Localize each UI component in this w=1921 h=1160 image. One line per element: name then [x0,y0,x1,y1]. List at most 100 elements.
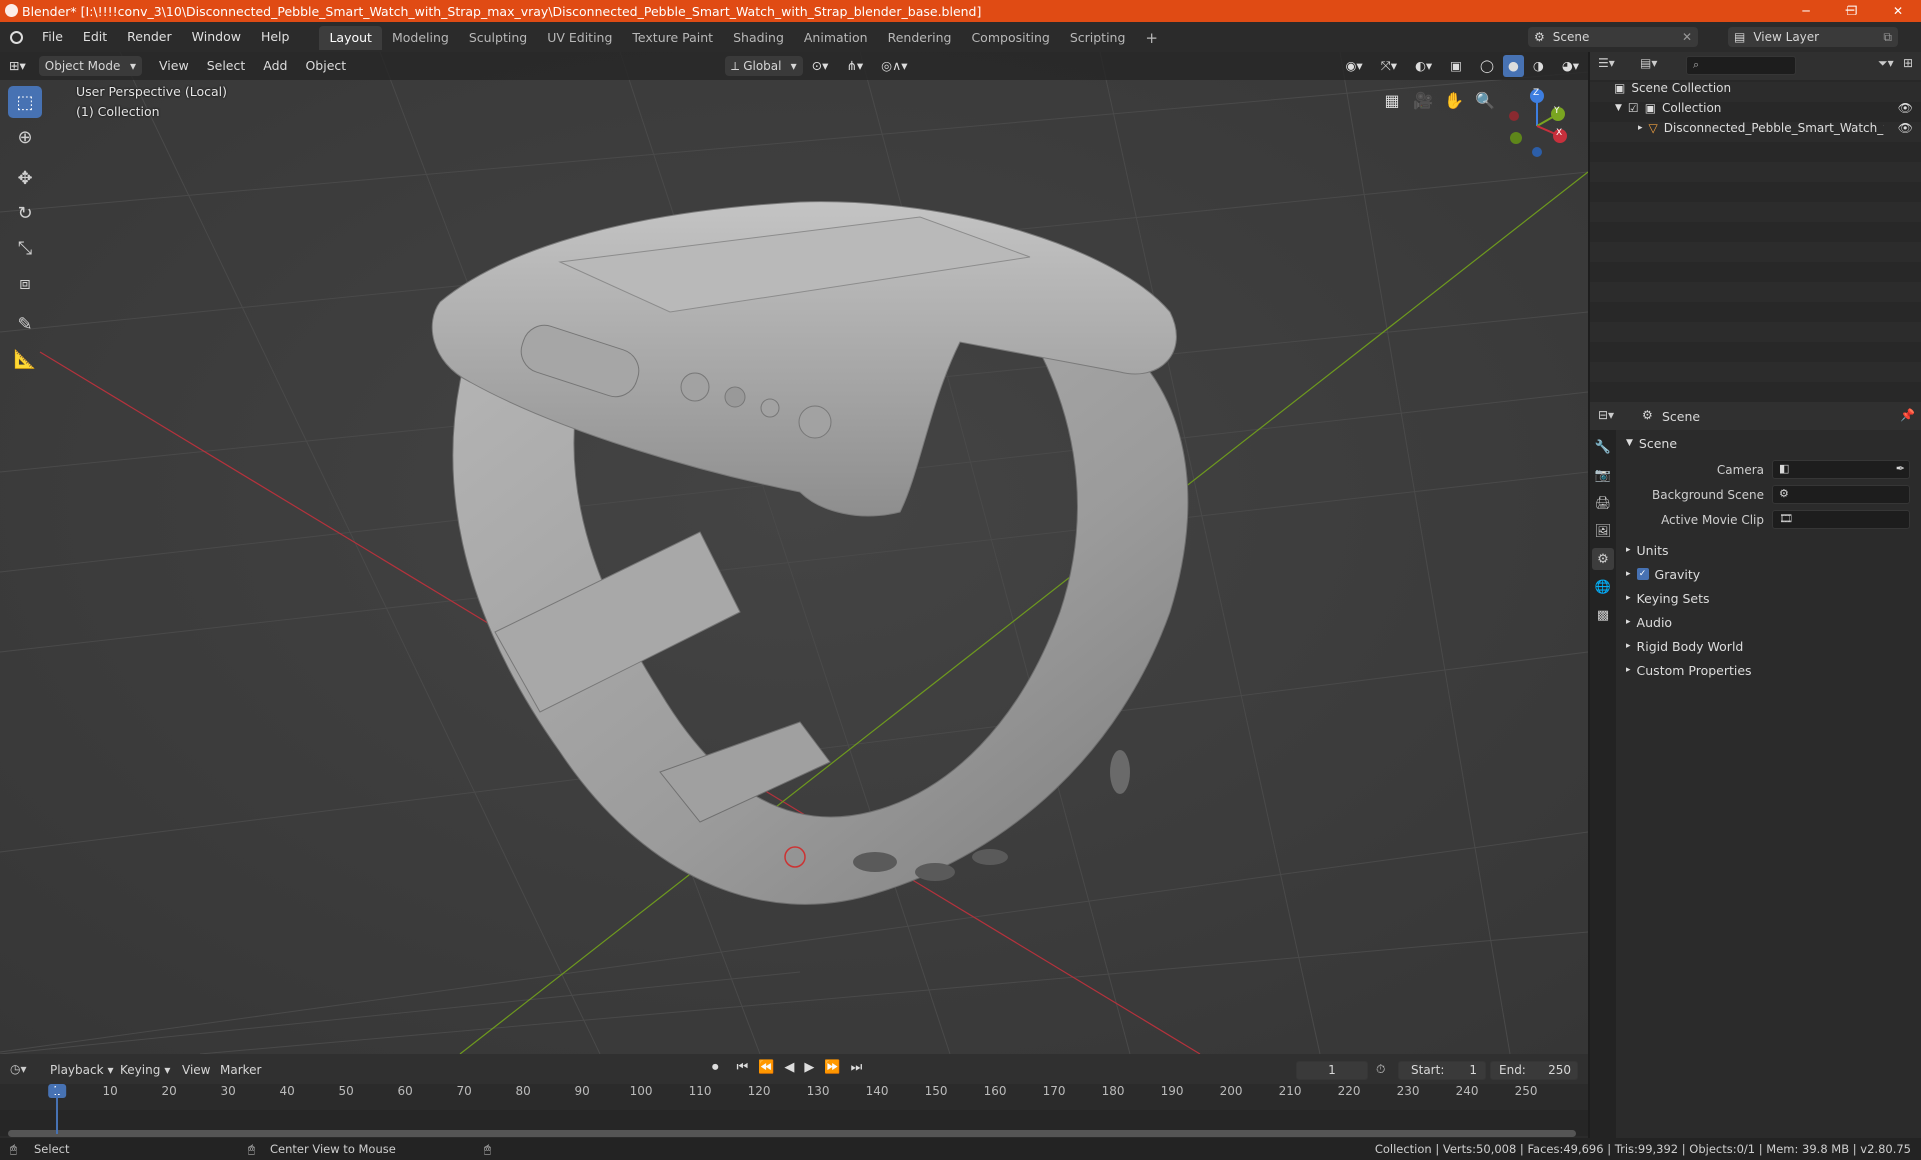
keying-sets-panel[interactable]: ▸ Keying Sets [1618,587,1921,609]
current-frame-field[interactable]: 1 [1296,1061,1368,1080]
close-icon[interactable]: ✕ [1875,0,1921,22]
view-layer-tab-icon[interactable]: 🖼 [1592,520,1614,542]
shading-material-icon[interactable]: ◑ [1524,52,1553,80]
snap-icon[interactable]: ⋔▾ [837,52,872,80]
playhead[interactable] [56,1084,58,1134]
tab-scripting[interactable]: Scripting [1060,26,1136,50]
output-tab-icon[interactable]: 🖨 [1592,492,1614,514]
background-scene-field[interactable]: ⚙ [1772,485,1910,504]
gravity-checkbox[interactable]: ✓ [1636,568,1649,580]
menu-file[interactable]: File [32,22,73,52]
zoom-icon[interactable]: 🔍 [1471,86,1499,114]
editor-type-icon[interactable]: ⊞▾ [0,52,35,80]
record-icon[interactable]: ⏺ [712,1060,719,1075]
close-scene-icon[interactable]: ✕ [1682,30,1692,44]
pivot-icon[interactable]: ⊙▾ [803,52,838,80]
viewport-menu-add[interactable]: Add [254,52,296,80]
rotate-icon[interactable]: ↻ [8,197,42,229]
eye-icon[interactable]: 👁 [1898,101,1913,115]
units-panel[interactable]: ▸ Units [1618,539,1921,561]
pin-icon[interactable]: 📌 [1900,408,1915,422]
outliner-search-input[interactable]: ⌕ [1686,56,1796,75]
viewport-menu-view[interactable]: View [150,52,198,80]
camera-view-icon[interactable]: 🎥 [1409,86,1437,114]
world-tab-icon[interactable]: 🌐 [1592,576,1614,598]
gravity-panel[interactable]: ▸ ✓ Gravity [1618,563,1921,585]
end-frame-field[interactable]: End: 250 [1490,1061,1578,1080]
blender-menu-icon[interactable] [0,22,32,52]
tab-shading[interactable]: Shading [723,26,794,50]
transform-icon[interactable]: ⧈ [8,267,42,299]
prev-keyframe-icon[interactable]: ⏪ [758,1060,774,1075]
display-mode-icon[interactable]: ▤▾ [1640,56,1657,70]
custom-properties-panel[interactable]: ▸ Custom Properties [1618,659,1921,681]
outliner-scene-collection[interactable]: ▣ Scene Collection [1590,78,1921,98]
tab-compositing[interactable]: Compositing [961,26,1059,50]
outliner-collection[interactable]: ▼ ☑ ▣ Collection 👁 [1590,98,1921,118]
viewport-menu-select[interactable]: Select [198,52,255,80]
tab-layout[interactable]: Layout [319,26,382,50]
minimize-icon[interactable]: ─ [1783,0,1829,22]
play-icon[interactable]: ▶ [804,1060,814,1075]
timeline-scrollbar[interactable] [8,1130,1576,1137]
play-reverse-icon[interactable]: ◀ [784,1060,794,1075]
shading-rendered-icon[interactable]: ◕▾ [1553,52,1588,80]
next-keyframe-icon[interactable]: ⏩ [824,1060,840,1075]
view-layer-selector[interactable]: ▤ View Layer ⧉ [1728,27,1898,47]
render-tab-icon[interactable]: 📷 [1592,464,1614,486]
annotate-icon[interactable]: ✎ [8,308,42,340]
texture-tab-icon[interactable]: ▩ [1592,604,1614,626]
audio-panel[interactable]: ▸ Audio [1618,611,1921,633]
eyedropper-icon[interactable]: ✒ [1896,462,1905,475]
jump-start-icon[interactable]: ⏮ [737,1060,749,1075]
timeline-marker-menu[interactable]: Marker [214,1060,267,1080]
tab-sculpting[interactable]: Sculpting [459,26,537,50]
object-mode-dropdown[interactable]: Object Mode ▾ [38,56,143,76]
add-workspace-button[interactable]: + [1135,26,1168,50]
tab-uv-editing[interactable]: UV Editing [537,26,622,50]
tab-animation[interactable]: Animation [794,26,878,50]
maximize-icon[interactable]: ❐ [1829,0,1875,22]
jump-end-icon[interactable]: ⏭ [851,1060,863,1075]
new-view-layer-icon[interactable]: ⧉ [1883,30,1892,45]
measure-icon[interactable]: 📐 [8,343,42,375]
tab-texture-paint[interactable]: Texture Paint [622,26,723,50]
tab-rendering[interactable]: Rendering [878,26,962,50]
transform-orientation-dropdown[interactable]: ⟂ Global ▾ [725,56,803,76]
gizmo-toggle-icon[interactable]: ⤧▾ [1372,52,1406,80]
navigation-gizmo[interactable]: Z Y X [1502,86,1572,166]
timeline-view-menu[interactable]: View [176,1060,216,1080]
tab-modeling[interactable]: Modeling [382,26,459,50]
visibility-icon[interactable]: ◉▾ [1337,52,1372,80]
rigid-body-world-panel[interactable]: ▸ Rigid Body World [1618,635,1921,657]
viewport-menu-object[interactable]: Object [296,52,355,80]
overlay-toggle-icon[interactable]: ◐▾ [1406,52,1441,80]
outliner-editor-icon[interactable]: ☰▾ [1598,56,1615,70]
cursor-icon[interactable]: ⊕ [8,121,42,153]
3d-viewport[interactable] [0,52,1588,1054]
menu-edit[interactable]: Edit [73,22,117,52]
shading-wireframe-icon[interactable]: ◯ [1471,52,1503,80]
start-frame-field[interactable]: Start: 1 [1398,1061,1486,1080]
grid-view-icon[interactable]: ▦ [1378,86,1406,114]
stopwatch-icon[interactable]: ⏱ [1376,1062,1385,1077]
new-collection-icon[interactable]: ⊞ [1903,56,1913,70]
select-box-icon[interactable]: ⬚ [8,86,42,118]
expand-arrow-icon[interactable]: ▼ [1615,103,1622,113]
scene-tab-icon[interactable]: ⚙ [1592,548,1614,570]
scene-panel-header[interactable]: ▼ Scene [1618,432,1921,454]
timeline-playback-menu[interactable]: Playback ▾ [44,1060,120,1080]
move-icon[interactable]: ✥ [8,162,42,194]
camera-field[interactable]: ◧ ✒ [1772,460,1910,479]
shading-solid-icon[interactable]: ● [1502,55,1524,77]
active-movie-clip-field[interactable]: 🎞 [1772,510,1910,529]
pan-hand-icon[interactable]: ✋ [1440,86,1468,114]
collapse-arrow-icon[interactable]: ▸ [1638,123,1643,133]
eye-icon[interactable]: 👁 [1898,121,1913,135]
xray-icon[interactable]: ▣ [1441,52,1471,80]
timeline-editor-icon[interactable]: ◷▾ [10,1062,27,1076]
timeline-keying-menu[interactable]: Keying ▾ [114,1060,176,1080]
menu-render[interactable]: Render [117,22,182,52]
scale-icon[interactable]: ⤡ [8,232,42,264]
filter-icon[interactable]: ⏷▾ [1878,56,1894,71]
